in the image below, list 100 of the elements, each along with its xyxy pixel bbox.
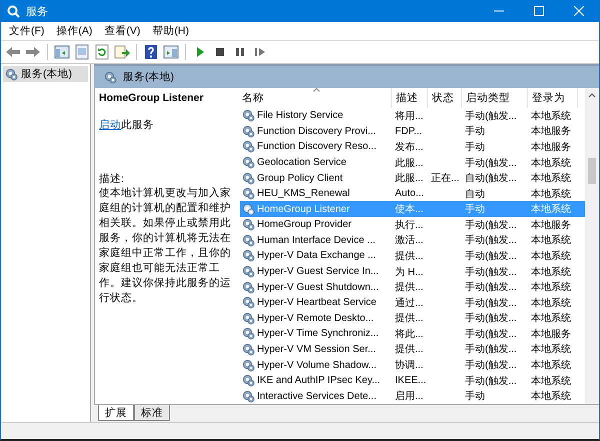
table-cell: 手动(触发...: [465, 110, 517, 122]
window-title: 服务: [26, 4, 49, 18]
service-row[interactable]: Hyper-V Heartbeat Service 通过... 手动(触发... 本地系统: [240, 294, 585, 311]
service-row[interactable]: Hyper-V Time Synchroniz... 将此... 手动(触发... 本地服务: [240, 326, 585, 342]
service-row[interactable]: Function Discovery Reso... 发布... 手动 本地服务: [240, 139, 585, 155]
menu-item[interactable]: 文件(F): [4, 24, 50, 38]
column-header[interactable]: 状态: [428, 88, 462, 108]
export-icon[interactable]: [114, 44, 130, 60]
service-row[interactable]: Geolocation Service 此服... 手动(触发... 本地系统: [240, 154, 585, 170]
help-icon[interactable]: [143, 44, 159, 60]
gear-icon: [5, 68, 18, 80]
table-cell: Hyper-V Guest Shutdown...: [257, 282, 379, 293]
table-cell: 手动(触发...: [465, 235, 517, 246]
gear-icon: [242, 156, 255, 170]
table-cell: 将此...: [395, 328, 424, 340]
table-cell: 将用...: [395, 110, 424, 122]
table-cell: 本地系统: [531, 110, 571, 122]
close-icon[interactable]: [574, 6, 584, 16]
gear-icon: [242, 172, 255, 185]
table-cell: 手动(触发...: [465, 266, 517, 278]
service-row[interactable]: IKE and AuthIP IPsec Key... IKEE... 手动(触发... 本地系统: [240, 372, 585, 388]
description-text: 使本地计算机更改与加入家庭组的计算机的配置和维护相关联。如果停止或禁用此服务，你的计算机将无法在家庭组中正常工作，且你的家庭组也可能无法正常工作。建议你保持此服务的运行状态。: [99, 186, 232, 306]
tree-toggle-icon[interactable]: [54, 44, 70, 60]
view-icon[interactable]: [163, 44, 179, 60]
table-cell: 发布...: [395, 142, 424, 153]
service-row[interactable]: Hyper-V Data Exchange ... 提供... 手动(触发... 本地系统: [240, 248, 585, 264]
table-cell: File History Service: [257, 110, 344, 122]
column-header[interactable]: 描述: [392, 88, 428, 108]
table-cell: Hyper-V Remote Deskto...: [257, 312, 374, 324]
service-row[interactable]: Hyper-V VM Session Ser... 提供... 手动(触发... 本地系统: [240, 342, 585, 358]
scroll-up-icon[interactable]: [588, 92, 596, 98]
table-cell: 手动: [465, 142, 485, 153]
service-row[interactable]: Group Policy Client 此服... 正在... 自动(触发... 本地系统: [240, 170, 585, 186]
tree-item[interactable]: 服务(本地): [3, 66, 88, 82]
gear-icon: [242, 218, 255, 232]
table-cell: IKE and AuthIP IPsec Key...: [257, 375, 380, 386]
description-label: 描述:: [99, 172, 125, 186]
table-cell: 手动: [465, 204, 485, 216]
table-cell: 提供...: [395, 282, 424, 294]
column-header[interactable]: 启动类型: [462, 88, 528, 108]
table-cell: 本地系统: [531, 360, 571, 372]
refresh-icon[interactable]: [94, 44, 110, 60]
table-cell: HomeGroup Provider: [257, 219, 352, 230]
table-cell: 协调...: [395, 360, 424, 372]
service-row[interactable]: Hyper-V Volume Shadow... 协调... 手动(触发... 本地系统: [240, 357, 585, 373]
table-cell: 手动(触发...: [465, 298, 517, 309]
table-cell: 使本...: [395, 204, 424, 216]
table-cell: HomeGroup Listener: [257, 204, 350, 215]
menu-item[interactable]: 查看(V): [99, 24, 146, 38]
gear-icon: [242, 358, 255, 372]
table-cell: Hyper-V Volume Shadow...: [257, 360, 377, 371]
table-cell: 本地服务: [531, 328, 571, 340]
column-header[interactable]: 登录为: [528, 88, 578, 108]
back-icon[interactable]: [5, 44, 21, 60]
menu-item[interactable]: 操作(A): [51, 24, 98, 38]
service-row[interactable]: Hyper-V Guest Shutdown... 提供... 手动(触发... 本地系统: [240, 279, 585, 295]
gear-icon: [242, 124, 255, 138]
table-cell: 手动(触发...: [465, 344, 517, 356]
table-cell: 手动(触发...: [465, 282, 517, 294]
gear-icon: [104, 70, 117, 84]
service-row[interactable]: HomeGroup Provider 执行... 手动(触发... 本地服务: [240, 217, 585, 233]
service-row[interactable]: Hyper-V Guest Service In... 为 H... 手动(触发... 本地系统: [240, 264, 585, 280]
start-link[interactable]: 启动: [99, 119, 121, 131]
gear-icon: [242, 312, 255, 325]
service-row[interactable]: Function Discovery Provi... FDP... 手动 本地服务: [240, 124, 585, 140]
table-cell: 本地系统: [531, 376, 571, 387]
table-cell: 手动(触发...: [465, 376, 517, 387]
service-row[interactable]: Interactive Services Dete... 启用... 手动 本地系统: [240, 388, 585, 404]
properties-icon[interactable]: [74, 44, 90, 60]
service-row[interactable]: File History Service 将用... 手动(触发... 本地系统: [240, 108, 585, 124]
view-tab[interactable]: 标准: [134, 405, 170, 421]
scroll-thumb[interactable]: [588, 158, 596, 184]
gear-icon: [242, 342, 255, 356]
table-cell: Hyper-V Time Synchroniz...: [257, 328, 379, 340]
service-row[interactable]: Hyper-V Remote Deskto... 提供... 手动(触发... 本地系统: [240, 310, 585, 326]
table-cell: 手动(触发...: [465, 158, 517, 169]
gear-icon: [242, 265, 255, 278]
column-header[interactable]: 名称: [240, 88, 392, 108]
table-cell: 本地系统: [531, 282, 571, 294]
gear-icon: [242, 280, 255, 294]
table-cell: IKEE...: [395, 375, 426, 386]
service-row[interactable]: Human Interface Device ... 激活... 手动(触发... 本地系统: [240, 232, 585, 248]
table-cell: 本地系统: [531, 204, 571, 216]
table-cell: 手动(触发...: [465, 328, 517, 340]
table-cell: Function Discovery Reso...: [257, 141, 376, 152]
table-cell: 自动(触发...: [465, 173, 517, 184]
table-cell: Auto...: [395, 188, 424, 200]
table-cell: 手动(触发...: [465, 220, 517, 231]
table-cell: 本地服务: [531, 220, 571, 231]
view-tab[interactable]: 扩展: [98, 405, 134, 421]
menu-item[interactable]: 帮助(H): [147, 24, 194, 38]
table-cell: 本地系统: [531, 313, 571, 324]
table-cell: 正在...: [431, 173, 460, 184]
table-cell: HEU_KMS_Renewal: [257, 188, 350, 200]
table-cell: Hyper-V Guest Service In...: [257, 266, 379, 278]
forward-icon[interactable]: [25, 44, 41, 60]
maximize-icon[interactable]: [534, 6, 544, 16]
table-cell: 激活...: [395, 235, 424, 246]
service-row[interactable]: HEU_KMS_Renewal Auto... 自动 本地系统: [240, 186, 585, 202]
services-icon: [7, 4, 20, 18]
